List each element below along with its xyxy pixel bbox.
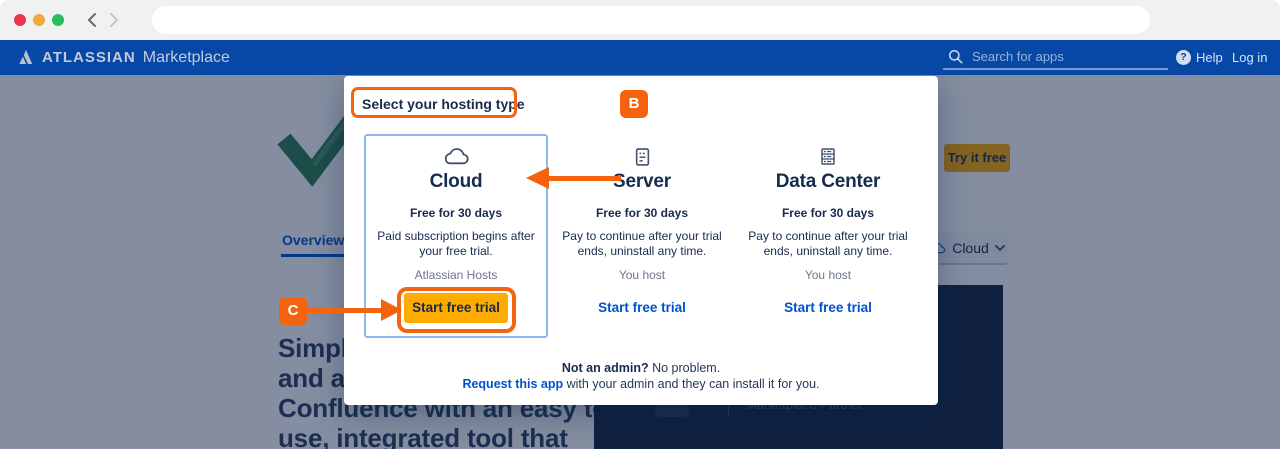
- option-description: Pay to continue after your trial ends, u…: [733, 229, 923, 259]
- option-host-label: You host: [547, 268, 737, 282]
- header-search-field[interactable]: Search for apps: [943, 44, 1168, 70]
- option-name: Data Center: [733, 171, 923, 193]
- option-trial-badge: Free for 30 days: [547, 206, 737, 220]
- annotation-arrow-c-shaft: [306, 308, 382, 313]
- modal-footer: Not an admin? No problem. Request this a…: [344, 360, 938, 392]
- footer-line-2: Request this app with your admin and the…: [344, 376, 938, 392]
- browser-window: ATLASSIAN Marketplace Search for apps ? …: [0, 0, 1280, 449]
- atlassian-marketplace-logo[interactable]: ATLASSIAN Marketplace: [16, 40, 230, 75]
- annotation-highlight-start-trial: [397, 287, 516, 333]
- window-minimize-button[interactable]: [33, 14, 45, 26]
- app-header: ATLASSIAN Marketplace Search for apps ? …: [0, 40, 1280, 75]
- address-bar[interactable]: [152, 6, 1150, 34]
- help-icon: ?: [1176, 50, 1191, 65]
- footer-line-1: Not an admin? No problem.: [344, 360, 938, 376]
- annotation-badge-c: C: [279, 297, 307, 325]
- option-trial-badge: Free for 30 days: [733, 206, 923, 220]
- browser-chrome: [0, 0, 1280, 40]
- option-host-label: You host: [733, 268, 923, 282]
- annotation-arrow-c-head: [381, 299, 402, 321]
- search-icon: [948, 49, 963, 64]
- footer-tail-text: with your admin and they can install it …: [563, 377, 819, 391]
- option-name: Cloud: [361, 171, 551, 193]
- page-content: Overview Try it free Cloud Simplify revi…: [0, 75, 1280, 449]
- cloud-icon: [443, 147, 470, 165]
- option-description: Pay to continue after your trial ends, u…: [547, 229, 737, 259]
- option-name: Server: [547, 171, 737, 193]
- annotation-arrow-b-shaft: [549, 176, 621, 181]
- brand-name: ATLASSIAN: [42, 49, 136, 66]
- server-start-free-trial-link[interactable]: Start free trial: [598, 300, 686, 315]
- option-trial-badge: Free for 30 days: [361, 206, 551, 220]
- option-host-label: Atlassian Hosts: [361, 268, 551, 282]
- data-center-start-free-trial-link[interactable]: Start free trial: [784, 300, 872, 315]
- help-menu[interactable]: ? Help: [1176, 40, 1223, 75]
- request-this-app-link[interactable]: Request this app: [462, 377, 563, 391]
- annotation-highlight-title: [351, 87, 517, 118]
- no-problem-text: No problem.: [649, 361, 721, 375]
- window-zoom-button[interactable]: [52, 14, 64, 26]
- data-center-icon: [819, 147, 837, 166]
- browser-forward-button[interactable]: [108, 12, 120, 28]
- window-close-button[interactable]: [14, 14, 26, 26]
- not-an-admin-text: Not an admin?: [562, 361, 649, 375]
- option-description: Paid subscription begins after your free…: [361, 229, 551, 259]
- server-icon: [634, 147, 651, 167]
- brand-product: Marketplace: [143, 49, 230, 67]
- window-controls: [14, 14, 64, 26]
- option-server: Server Free for 30 days Pay to continue …: [547, 134, 737, 338]
- atlassian-mark-icon: [16, 49, 35, 67]
- browser-back-button[interactable]: [86, 12, 98, 28]
- annotation-arrow-b-head: [526, 167, 549, 189]
- login-link[interactable]: Log in: [1232, 40, 1267, 75]
- help-label: Help: [1196, 50, 1223, 65]
- annotation-badge-b: B: [620, 90, 648, 118]
- search-placeholder: Search for apps: [972, 49, 1064, 64]
- hosting-type-modal: Select your hosting type Cloud Free for …: [344, 76, 938, 405]
- option-data-center: Data Center Free for 30 days Pay to cont…: [733, 134, 923, 338]
